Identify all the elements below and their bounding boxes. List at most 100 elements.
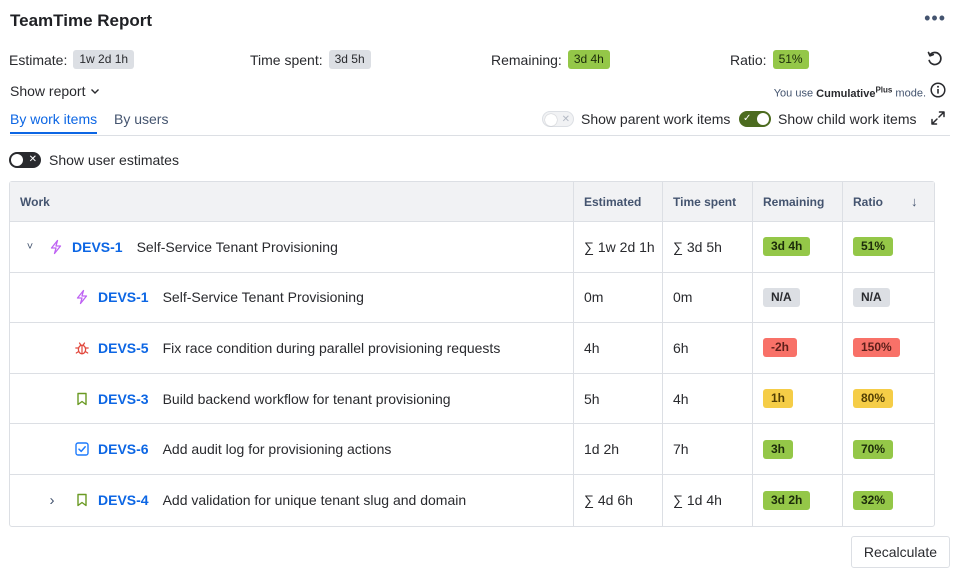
table-row: DEVS-3 Build backend workflow for tenant… (10, 373, 934, 425)
mode-name: CumulativePlus (816, 85, 893, 100)
work-item-summary: Add validation for unique tenant slug an… (162, 492, 467, 509)
toggle-check-icon: ✓ (743, 113, 752, 124)
show-report-label: Show report (10, 83, 86, 99)
work-cell: DEVS-6 Add audit log for provisioning ac… (10, 424, 574, 474)
mode-prefix: You use (773, 87, 814, 100)
show-parent-label: Show parent work items (581, 111, 731, 127)
summary-bar: Estimate: 1w 2d 1h Time spent: 3d 5h Rem… (0, 50, 960, 72)
remaining-badge: 1h (763, 389, 794, 409)
column-header-estimated[interactable]: Estimated (574, 182, 663, 221)
time-spent-cell: ∑ 1d 4h (663, 474, 753, 526)
remaining-label: Remaining: (491, 51, 562, 68)
estimated-cell: 4h (574, 323, 663, 373)
work-item-summary: Add audit log for provisioning actions (162, 441, 392, 458)
table-row: › DEVS-4 Add validation for unique tenan… (10, 474, 934, 526)
estimate-value: 1w 2d 1h (73, 50, 135, 69)
work-item-key[interactable]: DEVS-1 (98, 289, 149, 305)
toggle-knob (545, 114, 557, 126)
work-item-key[interactable]: DEVS-1 (72, 239, 123, 255)
story-icon (77, 494, 87, 507)
remaining-cell: -2h (753, 323, 843, 373)
column-header-work[interactable]: Work (10, 182, 574, 221)
remaining-cell: N/A (753, 272, 843, 323)
sort-arrow-icon[interactable]: ↓ (911, 194, 918, 209)
ratio-cell: N/A (843, 273, 934, 323)
remaining-cell: 3h (753, 424, 843, 474)
mode-sup: Plus (875, 85, 893, 94)
remaining-cell: 3d 2h (753, 474, 843, 526)
table-row: DEVS-1 Self-Service Tenant Provisioning … (10, 272, 934, 324)
column-header-remaining[interactable]: Remaining (753, 182, 843, 221)
table-row: ˅ DEVS-1 Self-Service Tenant Provisionin… (10, 222, 934, 273)
chevron-down-icon (91, 89, 100, 94)
time-spent-cell: 6h (663, 323, 753, 373)
tab-by-work-items[interactable]: By work items (10, 111, 98, 134)
ratio-cell: 80% (843, 374, 934, 424)
time-spent-cell: ∑ 3d 5h (663, 222, 753, 272)
show-user-estimates-toggle[interactable]: ✕ (9, 152, 41, 168)
ratio-badge: 51% (853, 237, 894, 257)
toggle-knob (757, 113, 769, 125)
work-item-key[interactable]: DEVS-5 (98, 340, 149, 356)
estimated-cell: 5h (574, 373, 663, 424)
info-icon[interactable] (930, 82, 946, 98)
column-header-ratio[interactable]: Ratio ↓ (843, 182, 934, 221)
toggle-x-icon: ✕ (561, 114, 570, 125)
expand-chevron-icon[interactable]: › (44, 492, 60, 509)
task-icon (75, 442, 89, 456)
toggle-x-icon: ✕ (28, 154, 37, 165)
remaining-value: 3d 4h (567, 50, 610, 69)
ratio-header-label: Ratio (853, 194, 883, 209)
table-row: DEVS-6 Add audit log for provisioning ac… (10, 424, 934, 475)
estimate-label: Estimate: (9, 51, 68, 68)
toggle-knob (11, 154, 23, 166)
table-row: DEVS-5 Fix race condition during paralle… (10, 323, 934, 374)
remaining-badge: -2h (763, 338, 797, 358)
ratio-value: 51% (772, 50, 809, 69)
refresh-icon[interactable] (926, 50, 944, 68)
work-item-key[interactable]: DEVS-4 (98, 492, 149, 508)
tab-by-users[interactable]: By users (114, 111, 168, 132)
estimated-cell: ∑ 4d 6h (574, 474, 663, 526)
ratio-badge: 70% (853, 439, 894, 459)
time-spent-summary: Time spent: 3d 5h (250, 50, 371, 69)
time-spent-cell: 7h (663, 424, 753, 474)
work-items-table: Work Estimated Time spent Remaining Rati… (9, 181, 935, 527)
show-parent-toggle[interactable]: ✕ (542, 111, 574, 127)
ratio-cell: 150% (843, 323, 934, 373)
estimated-cell: 0m (574, 272, 663, 323)
ratio-cell: 32% (843, 475, 934, 526)
work-item-summary: Self-Service Tenant Provisioning (162, 289, 364, 306)
show-child-toggle[interactable]: ✓ (739, 111, 771, 127)
expand-icon[interactable] (930, 110, 946, 126)
remaining-badge: N/A (763, 287, 800, 307)
work-cell: DEVS-1 Self-Service Tenant Provisioning (10, 272, 574, 323)
show-report-toggle[interactable]: Show report (10, 83, 101, 99)
mode-note: You use CumulativePlus mode. (774, 85, 926, 100)
table-header: Work Estimated Time spent Remaining Rati… (10, 182, 934, 222)
show-user-estimates-label: Show user estimates (49, 152, 179, 168)
recalculate-button[interactable]: Recalculate (850, 536, 950, 568)
time-spent-cell: 4h (663, 373, 753, 424)
work-item-key[interactable]: DEVS-3 (98, 391, 149, 407)
more-actions-icon[interactable]: ••• (924, 8, 946, 29)
time-spent-cell: 0m (663, 272, 753, 323)
work-item-key[interactable]: DEVS-6 (98, 441, 149, 457)
remaining-badge: 3d 2h (763, 490, 811, 510)
remaining-summary: Remaining: 3d 4h (491, 50, 610, 69)
ratio-summary: Ratio: 51% (730, 50, 809, 69)
mode-suffix: mode. (895, 87, 926, 100)
ratio-badge: N/A (853, 287, 890, 307)
estimate-summary: Estimate: 1w 2d 1h (9, 50, 135, 69)
ratio-label: Ratio: (730, 51, 767, 68)
work-item-summary: Fix race condition during parallel provi… (162, 339, 501, 356)
ratio-badge: 80% (853, 389, 894, 409)
work-cell: ˅ DEVS-1 Self-Service Tenant Provisionin… (10, 222, 574, 272)
bug-icon (75, 342, 89, 355)
story-icon (77, 392, 87, 405)
collapse-chevron-icon[interactable]: ˅ (22, 241, 38, 253)
work-item-summary: Self-Service Tenant Provisioning (136, 238, 338, 255)
remaining-cell: 1h (753, 373, 843, 424)
report-title: TeamTime Report (10, 11, 153, 30)
column-header-time-spent[interactable]: Time spent (663, 182, 753, 221)
